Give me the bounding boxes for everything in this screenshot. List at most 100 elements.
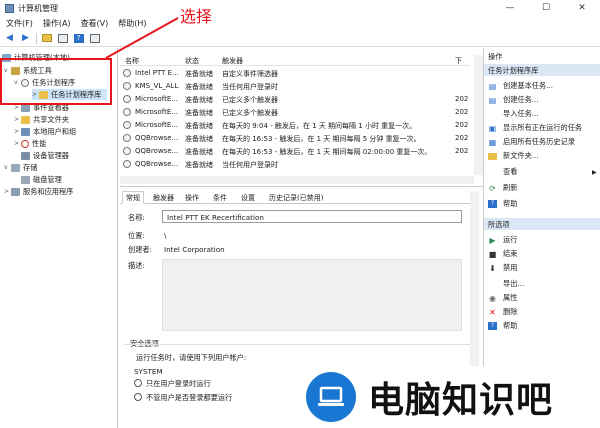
radio-whether-logged-on[interactable] (134, 393, 142, 401)
up-folder-icon[interactable] (40, 32, 53, 44)
task-list-hscrollbar[interactable] (120, 176, 474, 184)
radio-whether-logged-on-label: 不管用户是否登录都要运行 (146, 393, 233, 402)
tab-general[interactable]: 常规 (122, 191, 144, 204)
tree-item-device-manager[interactable]: 设备管理器 (21, 150, 69, 161)
task-clock-icon (123, 160, 131, 168)
action-properties[interactable]: ◉ 属性 (488, 292, 517, 304)
table-row[interactable]: QQBrowse... 准备就绪 在每天的 16:53 - 触发后，在 1 天 … (120, 145, 470, 158)
column-trigger[interactable]: 触发器 (222, 56, 243, 66)
actions-group-selected[interactable]: 所选项 (484, 218, 600, 230)
chevron-right-icon[interactable]: > (14, 116, 21, 123)
table-row[interactable]: KMS_VL_ALL 准备就绪 当任何用户登录时 (120, 80, 470, 93)
action-enable-history[interactable]: ▦ 启用所有任务历史记录 (488, 136, 575, 148)
menu-action[interactable]: 操作(A) (43, 18, 71, 29)
chevron-right-icon[interactable]: > (4, 188, 11, 195)
close-button[interactable]: ✕ (564, 0, 600, 16)
forward-icon[interactable]: ▶ (19, 32, 32, 44)
action-label: 属性 (503, 293, 518, 302)
table-row[interactable]: MicrosoftE... 准备就绪 在每天的 9:04 - 触发后，在 1 天… (120, 119, 470, 132)
history-icon: ▦ (488, 137, 497, 147)
table-row[interactable]: MicrosoftE... 准备就绪 已定义多个触发器 202 (120, 106, 470, 119)
delete-icon: ✕ (489, 307, 496, 317)
task-trigger: 当任何用户登录时 (222, 161, 278, 169)
action-view[interactable]: 查看 ▶ (488, 166, 597, 178)
task-clock-icon (123, 95, 131, 103)
chevron-right-icon[interactable]: > (14, 104, 21, 111)
name-field[interactable]: Intel PTT EK Recertification (162, 210, 462, 223)
task-list-scrollbar[interactable] (474, 55, 483, 175)
tree-item-storage[interactable]: v 存储 (4, 162, 37, 173)
action-delete[interactable]: ✕ 删除 (488, 306, 517, 318)
action-label: 显示所有正在运行的任务 (503, 123, 583, 132)
task-name: MicrosoftE... (135, 95, 178, 103)
tab-conditions[interactable]: 条件 (210, 191, 230, 204)
column-name[interactable]: 名称 (125, 56, 139, 66)
task-next-run: 202 (455, 95, 469, 103)
title-bar: 计算机管理 — ☐ ✕ (0, 0, 600, 16)
table-row[interactable]: MicrosoftE... 准备就绪 已定义多个触发器 202 (120, 93, 470, 106)
task-status: 准备就绪 (185, 83, 213, 91)
actions-group-title: 任务计划程序库 (488, 66, 539, 75)
computer-management-icon (5, 3, 14, 13)
tree-item-shared-folders[interactable]: > 共享文件夹 (14, 114, 69, 125)
refresh-icon: ⟳ (489, 183, 496, 193)
chevron-right-icon[interactable]: > (14, 140, 21, 147)
action-import-task[interactable]: 导入任务... (488, 108, 539, 120)
description-field[interactable] (162, 259, 462, 331)
watermark-text: 电脑知识吧 (368, 380, 554, 421)
chevron-down-icon[interactable]: v (4, 164, 11, 171)
tree-item-services-apps[interactable]: > 服务和应用程序 (4, 186, 73, 197)
column-next[interactable]: 下 (455, 56, 462, 66)
create-task-icon: ▤ (488, 95, 497, 105)
actions-header: 操作 (488, 52, 503, 61)
action-end[interactable]: ■ 结束 (488, 248, 518, 260)
tree-item-disk-management[interactable]: 磁盘管理 (21, 174, 62, 185)
task-clock-icon (123, 108, 131, 116)
table-row[interactable]: Intel PTT E... 准备就绪 自定义事件筛选器 (120, 67, 470, 80)
radio-logged-on[interactable] (134, 379, 142, 387)
action-new-folder[interactable]: 新文件夹... (488, 150, 539, 162)
action-disable[interactable]: ⬇ 禁用 (488, 262, 517, 274)
action-label: 运行 (503, 235, 518, 244)
task-name: QQBrowse... (135, 147, 179, 155)
chevron-right-icon[interactable]: > (14, 128, 21, 135)
run-as-label: 运行任务时，请使用下列用户帐户: (136, 353, 247, 362)
help-icon[interactable]: ? (72, 32, 85, 44)
action-refresh[interactable]: ⟳ 刷新 (488, 182, 517, 194)
tab-triggers[interactable]: 触发器 (150, 191, 177, 204)
menu-file[interactable]: 文件(F) (6, 18, 33, 29)
action-label: 禁用 (503, 263, 518, 272)
action-create-basic-task[interactable]: ▤ 创建基本任务... (488, 80, 553, 92)
description-label: 描述: (128, 261, 145, 270)
table-row[interactable]: QQBrowse... 准备就绪 当任何用户登录时 (120, 158, 470, 171)
task-name: QQBrowse... (135, 160, 179, 168)
table-row[interactable]: QQBrowse... 准备就绪 在每天的 16:53 - 触发后，在 1 天 … (120, 132, 470, 145)
task-clock-icon (123, 147, 131, 155)
services-icon (11, 187, 20, 196)
action-help-selected[interactable]: ? 帮助 (488, 320, 517, 332)
tree-item-performance[interactable]: > 性能 (14, 138, 46, 149)
action-show-running[interactable]: ▣ 显示所有正在运行的任务 (488, 122, 582, 134)
action-label: 帮助 (503, 321, 518, 330)
action-create-task[interactable]: ▤ 创建任务... (488, 94, 539, 106)
task-trigger: 在每天的 9:04 - 触发后，在 1 天 期间每隔 1 小时 重复一次。 (222, 122, 417, 130)
tab-settings[interactable]: 设置 (238, 191, 258, 204)
help-icon: ? (488, 200, 497, 208)
action-help[interactable]: ? 帮助 (488, 198, 517, 210)
tab-history[interactable]: 历史记录(已禁用) (266, 191, 326, 204)
minimize-button[interactable]: — (492, 0, 528, 16)
actions-group-library[interactable]: 任务计划程序库 (484, 64, 600, 76)
maximize-button[interactable]: ☐ (528, 0, 564, 16)
action-run[interactable]: ▶ 运行 (488, 234, 517, 246)
task-trigger: 在每天的 16:53 - 触发后，在 1 天 期间每隔 02:00:00 重复一… (222, 148, 432, 156)
show-hide-tree-icon[interactable] (56, 32, 69, 44)
location-label: 位置: (128, 231, 145, 240)
tab-actions[interactable]: 操作 (182, 191, 202, 204)
action-label: 刷新 (503, 183, 518, 192)
tree-item-local-users-groups[interactable]: > 本地用户和组 (14, 126, 76, 137)
action-export[interactable]: 导出... (488, 278, 524, 290)
end-icon: ■ (488, 249, 497, 259)
column-status[interactable]: 状态 (185, 56, 199, 66)
radio-logged-on-label: 只在用户登录时运行 (146, 379, 211, 388)
back-icon[interactable]: ◀ (3, 32, 16, 44)
